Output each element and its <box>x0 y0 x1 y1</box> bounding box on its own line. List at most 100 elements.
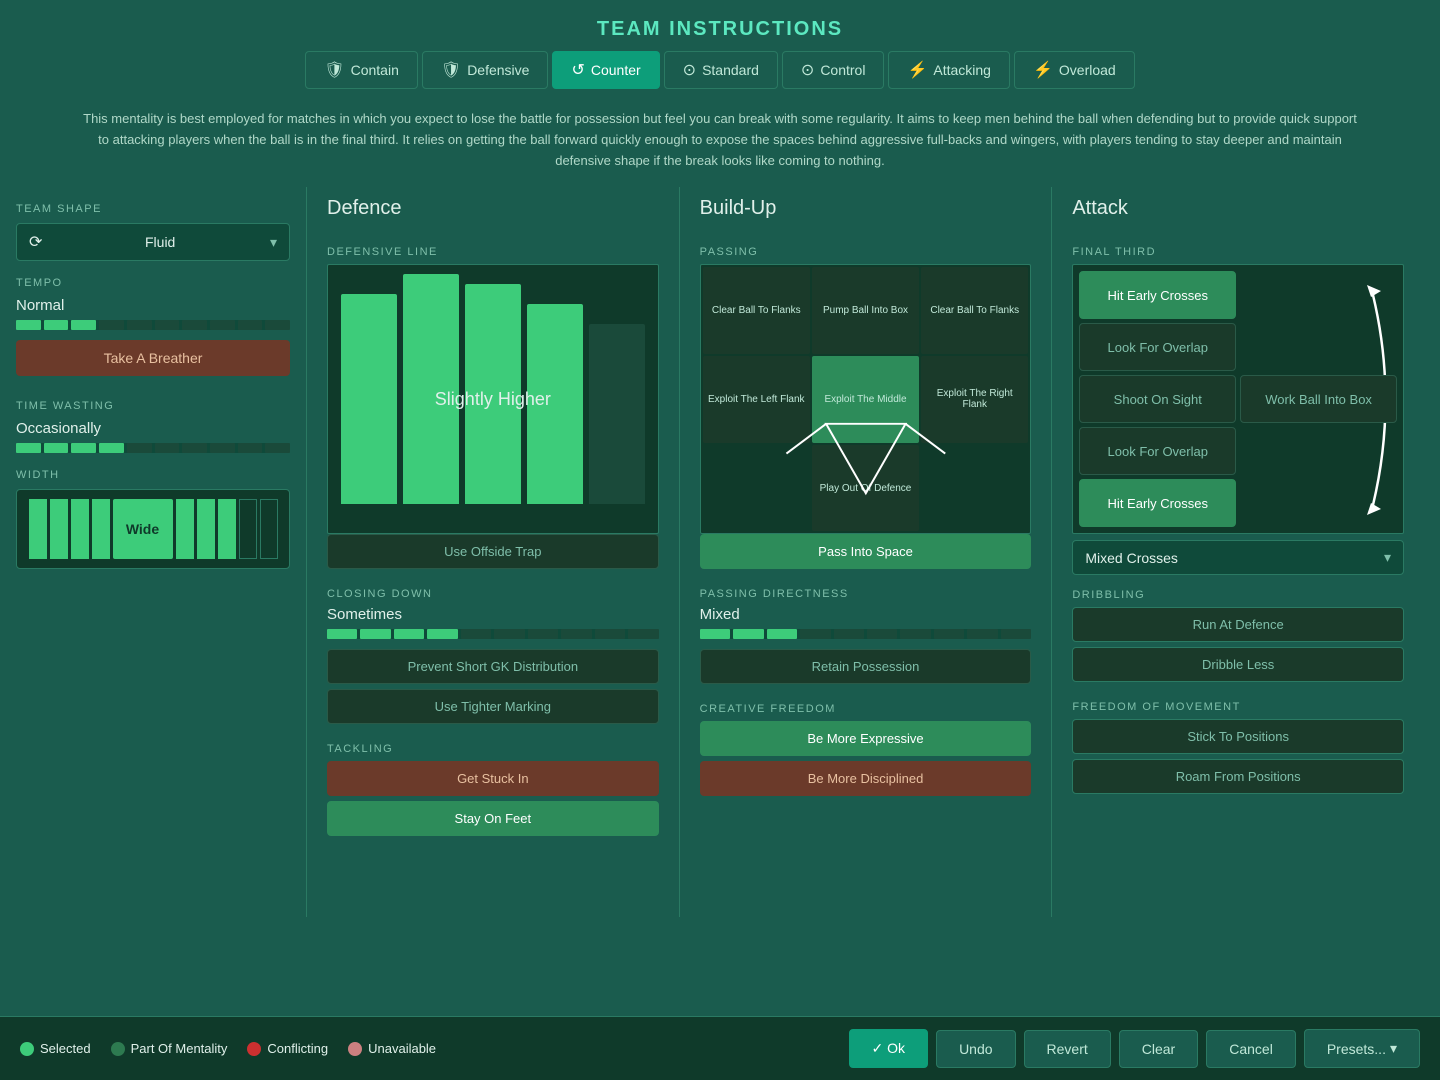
time-wasting-slider[interactable] <box>16 443 290 453</box>
clear-button[interactable]: Clear <box>1119 1030 1198 1068</box>
be-more-disciplined-button[interactable]: Be More Disciplined <box>700 761 1032 796</box>
tab-contain[interactable]: 🛡 Contain <box>305 51 418 89</box>
time-wasting-label: TIME WASTING <box>16 400 290 412</box>
team-shape-dropdown[interactable]: ⟳ Fluid ▾ <box>16 223 290 261</box>
attack-panel: Attack FINAL THIRD Hit Early Crosses Loo… <box>1051 187 1424 917</box>
tw-seg-3 <box>71 443 96 453</box>
roam-from-positions-button[interactable]: Roam From Positions <box>1072 759 1404 794</box>
cancel-button[interactable]: Cancel <box>1206 1030 1296 1068</box>
stay-on-feet-button[interactable]: Stay On Feet <box>327 801 659 836</box>
ok-button[interactable]: ✓ Ok <box>849 1029 929 1068</box>
presets-chevron-icon: ▾ <box>1390 1040 1397 1057</box>
tab-attacking[interactable]: ⚡ Attacking <box>888 51 1010 89</box>
tackling-label: TACKLING <box>327 743 659 755</box>
pass-cell-3[interactable]: Clear Ball To Flanks <box>921 267 1028 354</box>
tempo-seg-5 <box>127 320 152 330</box>
attack-cell-empty-3 <box>1240 427 1397 475</box>
attack-cell-empty-2 <box>1240 323 1397 371</box>
bottom-bar: Selected Part Of Mentality Conflicting U… <box>0 1016 1440 1080</box>
width-bar-2 <box>50 499 68 559</box>
tab-overload[interactable]: ⚡ Overload <box>1014 51 1135 89</box>
tab-contain-label: Contain <box>351 62 399 78</box>
width-bar-7 <box>218 499 236 559</box>
presets-button[interactable]: Presets... ▾ <box>1304 1029 1420 1068</box>
chevron-down-icon-2: ▾ <box>1384 549 1391 566</box>
look-for-overlap-top-button[interactable]: Look For Overlap <box>1079 323 1236 371</box>
look-for-overlap-bot-button[interactable]: Look For Overlap <box>1079 427 1236 475</box>
tempo-slider[interactable] <box>16 320 290 330</box>
legend-part-of-mentality: Part Of Mentality <box>111 1041 228 1056</box>
def-bar-1 <box>341 294 397 504</box>
tab-defensive[interactable]: 🛡 Defensive <box>422 51 549 89</box>
closing-down-slider[interactable] <box>327 629 659 639</box>
dribble-less-button[interactable]: Dribble Less <box>1072 647 1404 682</box>
left-panel: TEAM SHAPE ⟳ Fluid ▾ TEMPO Normal Take A… <box>16 187 306 917</box>
shoot-on-sight-button[interactable]: Shoot On Sight <box>1079 375 1236 423</box>
team-shape-label: TEAM SHAPE <box>16 203 290 215</box>
overload-icon: ⚡ <box>1033 60 1053 80</box>
width-bar-6 <box>197 499 215 559</box>
tempo-seg-3 <box>71 320 96 330</box>
attack-cell-empty-1 <box>1240 271 1397 319</box>
attack-chart: Hit Early Crosses Look For Overlap Shoot… <box>1072 264 1404 534</box>
attacking-icon: ⚡ <box>907 60 927 80</box>
hit-early-crosses-bot-button[interactable]: Hit Early Crosses <box>1079 479 1236 527</box>
prevent-short-gk-button[interactable]: Prevent Short GK Distribution <box>327 649 659 684</box>
use-tighter-marking-button[interactable]: Use Tighter Marking <box>327 689 659 724</box>
tw-seg-4 <box>99 443 124 453</box>
undo-button[interactable]: Undo <box>936 1030 1015 1068</box>
presets-label: Presets... <box>1327 1041 1386 1057</box>
width-widget[interactable]: Wide <box>16 489 290 569</box>
take-breather-button[interactable]: Take A Breather <box>16 340 290 376</box>
defensive-line-value: Slightly Higher <box>435 389 551 410</box>
stick-to-positions-button[interactable]: Stick To Positions <box>1072 719 1404 754</box>
run-at-defence-button[interactable]: Run At Defence <box>1072 607 1404 642</box>
directness-slider[interactable] <box>700 629 1032 639</box>
defensive-line-chart: Slightly Higher <box>327 264 659 534</box>
contain-icon: 🛡 <box>324 60 344 80</box>
get-stuck-in-button[interactable]: Get Stuck In <box>327 761 659 796</box>
pass-cell-1[interactable]: Clear Ball To Flanks <box>703 267 810 354</box>
pass-cell-5[interactable]: Exploit The Middle <box>812 356 919 443</box>
mixed-crosses-dropdown[interactable]: Mixed Crosses ▾ <box>1072 540 1404 575</box>
main-content: TEAM SHAPE ⟳ Fluid ▾ TEMPO Normal Take A… <box>0 187 1440 917</box>
mentality-tabs: 🛡 Contain 🛡 Defensive ↺ Counter ⊙ Standa… <box>0 51 1440 99</box>
tempo-seg-10 <box>265 320 290 330</box>
legend-mentality-label: Part Of Mentality <box>131 1041 228 1056</box>
width-bar-1 <box>29 499 47 559</box>
tempo-seg-6 <box>155 320 180 330</box>
use-offside-trap-button[interactable]: Use Offside Trap <box>327 534 659 569</box>
be-more-expressive-button[interactable]: Be More Expressive <box>700 721 1032 756</box>
tw-seg-7 <box>182 443 207 453</box>
buildup-title: Build-Up <box>700 187 1032 232</box>
retain-possession-button[interactable]: Retain Possession <box>700 649 1032 684</box>
width-bar-5 <box>176 499 194 559</box>
tempo-label: TEMPO <box>16 277 290 289</box>
tempo-seg-4 <box>99 320 124 330</box>
pass-cell-9 <box>921 445 1028 532</box>
passing-directness-label: PASSING DIRECTNESS <box>700 588 1032 600</box>
pass-cell-6[interactable]: Exploit The Right Flank <box>921 356 1028 443</box>
tempo-seg-7 <box>182 320 207 330</box>
width-bar-8 <box>239 499 257 559</box>
pass-cell-8[interactable]: Play Out Of Defence <box>812 445 919 532</box>
pass-cell-2[interactable]: Pump Ball Into Box <box>812 267 919 354</box>
tab-control[interactable]: ⊙ Control <box>782 51 885 89</box>
hit-early-crosses-top-button[interactable]: Hit Early Crosses <box>1079 271 1236 319</box>
revert-button[interactable]: Revert <box>1024 1030 1111 1068</box>
pass-cell-4[interactable]: Exploit The Left Flank <box>703 356 810 443</box>
tab-standard[interactable]: ⊙ Standard <box>664 51 778 89</box>
tab-overload-label: Overload <box>1059 62 1116 78</box>
pass-into-space-button[interactable]: Pass Into Space <box>700 534 1032 569</box>
work-ball-into-box-button[interactable]: Work Ball Into Box <box>1240 375 1397 423</box>
tab-counter[interactable]: ↺ Counter <box>552 51 659 89</box>
defence-panel: Defence DEFENSIVE LINE Slightly Higher U… <box>306 187 679 917</box>
tab-attacking-label: Attacking <box>933 62 991 78</box>
pass-cell-7 <box>703 445 810 532</box>
freedom-of-movement-label: FREEDOM OF MOVEMENT <box>1072 701 1404 713</box>
fluid-icon: ⟳ <box>29 232 42 252</box>
legend-dot-mentality <box>111 1042 125 1056</box>
attack-cell-empty-4 <box>1240 479 1397 527</box>
time-wasting-value: Occasionally <box>16 420 290 437</box>
tempo-value: Normal <box>16 297 290 314</box>
